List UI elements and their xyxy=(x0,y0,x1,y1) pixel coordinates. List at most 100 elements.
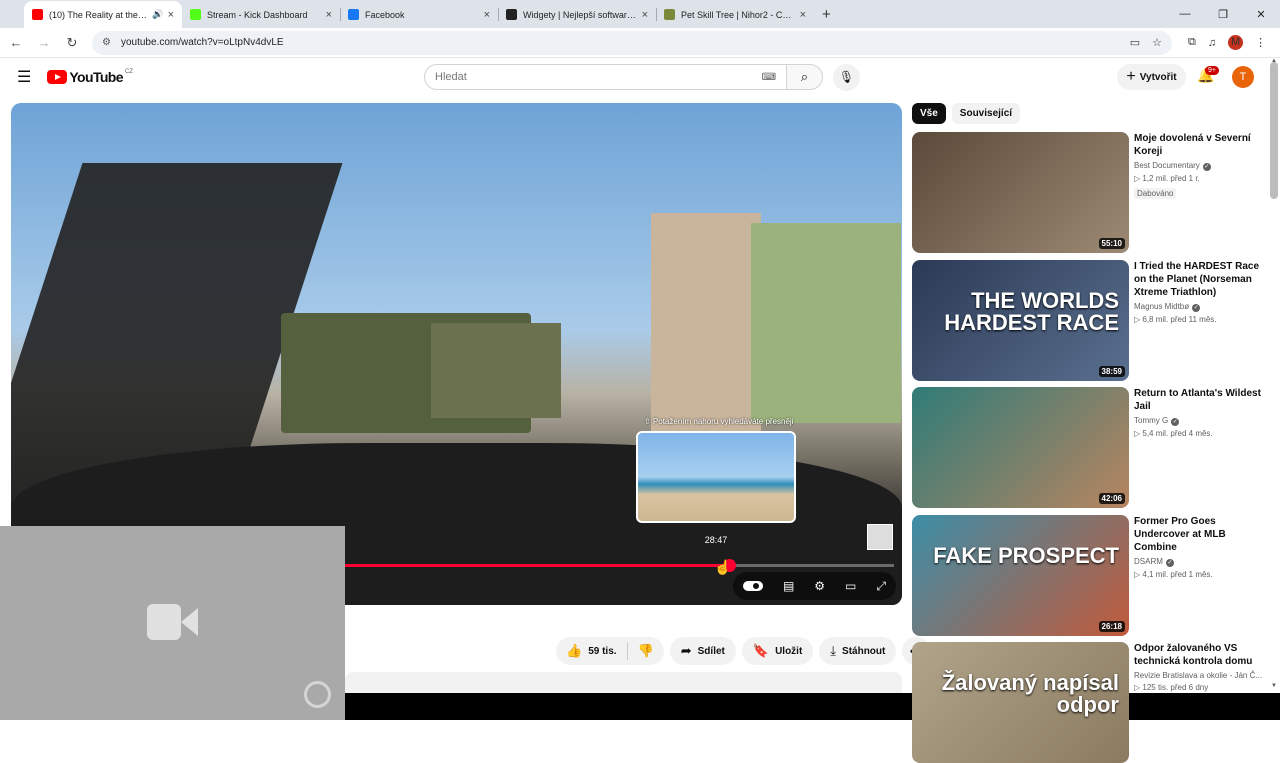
tab-audio-icon[interactable]: 🔊 xyxy=(152,9,163,20)
channel-name[interactable]: Revizie Bratislava a okolie - Ján Č... xyxy=(1134,671,1262,680)
close-tab-icon[interactable]: × xyxy=(642,9,648,21)
autoplay-toggle[interactable] xyxy=(742,581,763,591)
video-info: I Tried the HARDEST Race on the Planet (… xyxy=(1134,260,1264,324)
search-icon: ⌕ xyxy=(800,69,809,84)
minimize-button[interactable]: — xyxy=(1166,8,1204,20)
video-title[interactable]: Former Pro Goes Undercover at MLB Combin… xyxy=(1134,515,1264,554)
video-frame-trees xyxy=(751,223,901,423)
download-label: Stáhnout xyxy=(842,645,886,657)
video-frame-building xyxy=(651,213,761,433)
save-button[interactable]: 🔖 Uložit xyxy=(741,637,814,665)
recommended-video[interactable]: 42:06 Return to Atlanta's Wildest Jail Tom… xyxy=(912,387,1272,508)
video-meta: ▷ 5,4 mil. před 4 měs. xyxy=(1134,429,1264,438)
duration-badge: 55:10 xyxy=(1098,238,1125,249)
channel-watermark[interactable] xyxy=(867,524,893,550)
recommended-video[interactable]: THE WORLDS HARDEST RACE 38:59 I Tried the … xyxy=(912,259,1272,381)
back-icon[interactable]: ← xyxy=(4,35,28,50)
filter-chip[interactable]: Vše xyxy=(912,103,946,124)
filter-chips: Vše Související xyxy=(912,103,1026,124)
media-controls-icon[interactable]: ♫ xyxy=(1208,37,1216,49)
dislike-button[interactable]: 👎 xyxy=(628,643,664,659)
channel-name-row: Magnus Midtbø ✓ xyxy=(1134,302,1264,312)
user-avatar[interactable]: T xyxy=(1232,66,1254,88)
filter-chip[interactable]: Související xyxy=(951,103,1021,124)
browser-tab[interactable]: Stream - Kick Dashboard × xyxy=(182,1,340,28)
close-tab-icon[interactable]: × xyxy=(484,9,490,21)
channel-name-row: DSARM ✓ xyxy=(1134,557,1264,567)
browser-menu-icon[interactable]: ⋮ xyxy=(1255,36,1266,49)
verified-icon: ✓ xyxy=(1165,558,1174,567)
video-thumbnail[interactable]: FAKE PROSPECT 26:18 xyxy=(912,514,1129,636)
bookmark-star-icon[interactable]: ☆ xyxy=(1152,36,1162,49)
thumbnail-caption: THE WORLDS HARDEST RACE xyxy=(944,287,1119,335)
recommended-video[interactable]: Žalovaný napísal odpor Odpor žalovaného V… xyxy=(912,642,1272,763)
menu-icon[interactable]: ☰ xyxy=(17,67,31,87)
video-title[interactable]: Return to Atlanta's Wildest Jail xyxy=(1134,387,1264,413)
download-button[interactable]: ⤓ Stáhnout xyxy=(819,637,897,665)
browser-tab[interactable]: Widgety | Nejlepší software pro × xyxy=(498,1,656,28)
video-thumbnail[interactable]: THE WORLDS HARDEST RACE 38:59 xyxy=(912,259,1129,381)
description-box[interactable] xyxy=(345,672,902,694)
share-button[interactable]: ➦ Sdílet xyxy=(669,637,736,665)
video-thumbnail[interactable]: 42:06 xyxy=(912,387,1129,508)
forward-icon[interactable]: → xyxy=(32,35,56,50)
tab-title: Stream - Kick Dashboard xyxy=(207,9,308,20)
scroll-up-icon[interactable]: ▲ xyxy=(1271,58,1277,64)
browser-profile-avatar[interactable]: M xyxy=(1228,35,1244,50)
video-thumbnail[interactable]: 55:10 xyxy=(912,132,1129,253)
video-title[interactable]: I Tried the HARDEST Race on the Planet (… xyxy=(1134,260,1264,299)
channel-name[interactable]: Best Documentary xyxy=(1134,161,1200,170)
tab-title: Pet Skill Tree | Nihor2 - Chronic xyxy=(681,9,796,20)
video-thumbnail[interactable]: Žalovaný napísal odpor xyxy=(912,642,1129,763)
subtitles-icon[interactable]: ▤ xyxy=(783,579,794,593)
duration-badge: 38:59 xyxy=(1098,365,1125,377)
keyboard-icon[interactable]: ⌨ xyxy=(762,72,776,83)
search-input[interactable]: Hledat ⌨ xyxy=(424,64,787,90)
camera-overlay xyxy=(0,526,345,720)
channel-name[interactable]: Magnus Midtbø xyxy=(1134,302,1189,311)
close-tab-icon[interactable]: × xyxy=(800,9,806,21)
settings-gear-icon[interactable]: ⚙ xyxy=(814,579,825,593)
browser-tab[interactable]: Pet Skill Tree | Nihor2 - Chronic × xyxy=(656,1,814,28)
theater-mode-icon[interactable]: ▭ xyxy=(845,579,856,593)
channel-name[interactable]: Tommy G xyxy=(1134,416,1168,425)
video-meta: ▷ 1,2 mil. před 1 r. xyxy=(1134,174,1264,183)
fullscreen-icon[interactable]: ⤢ xyxy=(876,579,886,594)
voice-search-icon[interactable]: 🎙 xyxy=(833,64,860,91)
video-title[interactable]: Moje dovolená v Severní Koreji xyxy=(1134,132,1264,158)
tab-list: (10) The Reality at the Ceuta🔊×Stream - … xyxy=(24,1,814,28)
verified-icon: ✓ xyxy=(1171,418,1180,426)
scroll-down-icon[interactable]: ▼ xyxy=(1271,683,1277,689)
search-button[interactable]: ⌕ xyxy=(786,64,823,90)
site-info-icon[interactable]: ⚙ xyxy=(102,37,111,48)
close-tab-icon[interactable]: × xyxy=(326,9,332,21)
streaming-app-logo-icon xyxy=(304,681,331,708)
view-count: 1,2 mil. xyxy=(1142,174,1169,183)
share-label: Sdílet xyxy=(697,645,725,657)
recommended-video[interactable]: 55:10 Moje dovolená v Severní Koreji Best … xyxy=(912,132,1272,253)
search-placeholder: Hledat xyxy=(435,71,467,83)
recommended-video[interactable]: FAKE PROSPECT 26:18 Former Pro Goes Underc… xyxy=(912,514,1272,636)
video-title[interactable]: Odpor žalovaného VS technická kontrola d… xyxy=(1134,642,1264,668)
youtube-logo[interactable]: YouTube CZ xyxy=(47,69,133,85)
create-button[interactable]: + Vytvořit xyxy=(1117,64,1186,90)
page-scrollbar[interactable] xyxy=(1270,62,1278,199)
reload-icon[interactable]: ↻ xyxy=(60,35,84,51)
video-actions: 👍59 tis. 👎 ➦Sdílet 🔖Uložit ⤓Stáhnout ••• xyxy=(556,637,936,665)
verified-icon: ✓ xyxy=(1192,303,1201,312)
restore-button[interactable]: ❐ xyxy=(1204,8,1242,21)
browser-tab[interactable]: Facebook × xyxy=(340,1,498,28)
channel-name[interactable]: DSARM xyxy=(1134,557,1163,566)
close-tab-icon[interactable]: × xyxy=(168,9,174,21)
toolbar-right: ⧉ ♫ M ⋮ xyxy=(1182,35,1272,50)
extensions-icon[interactable]: ⧉ xyxy=(1188,36,1196,49)
channel-name-row: Revizie Bratislava a okolie - Ján Č... xyxy=(1134,671,1264,680)
thumbs-up-icon: 👍 xyxy=(566,643,583,658)
browser-tab[interactable]: (10) The Reality at the Ceuta 🔊 × xyxy=(24,1,182,28)
like-button[interactable]: 👍 59 tis. xyxy=(556,642,628,660)
close-window-button[interactable]: ✕ xyxy=(1242,8,1280,21)
new-tab-button[interactable]: + xyxy=(822,6,831,23)
cast-icon[interactable]: ▭ xyxy=(1130,36,1140,49)
url-text: youtube.com/watch?v=oLtpNv4dvLE xyxy=(120,37,284,48)
address-bar[interactable]: ⚙ youtube.com/watch?v=oLtpNv4dvLE ▭ ☆ xyxy=(92,30,1172,55)
